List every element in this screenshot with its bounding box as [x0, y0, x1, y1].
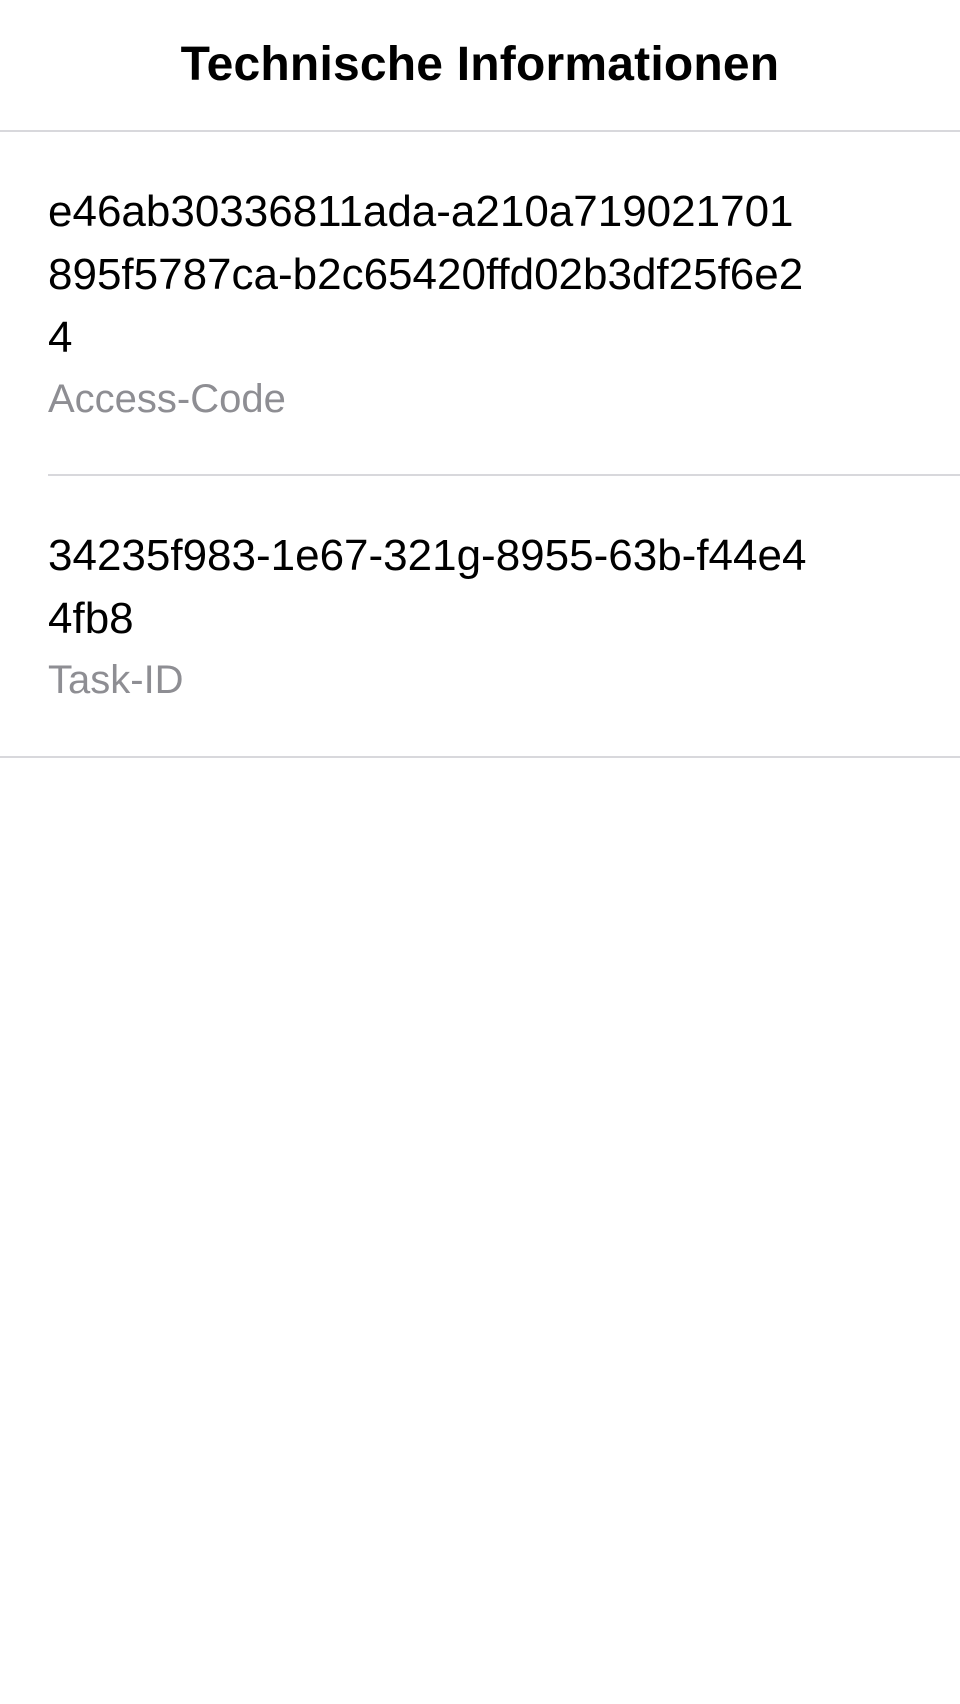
navigation-bar: Technische Informationen — [0, 0, 960, 132]
task-id-value[interactable]: 34235f983-1e67-321g-8955-63b-f44e44fb8 — [48, 524, 808, 650]
task-id-label: Task-ID — [48, 658, 184, 702]
task-id-row[interactable]: 34235f983-1e67-321g-8955-63b-f44e44fb8 T… — [0, 476, 960, 758]
access-code-label: Access-Code — [48, 377, 286, 421]
access-code-row[interactable]: e46ab30336811ada-a210a719021701895f5787c… — [0, 132, 960, 476]
list-bottom-separator — [0, 756, 960, 758]
access-code-value[interactable]: e46ab30336811ada-a210a719021701895f5787c… — [48, 180, 808, 369]
technical-info-list: e46ab30336811ada-a210a719021701895f5787c… — [0, 132, 960, 758]
page-title: Technische Informationen — [180, 37, 780, 91]
